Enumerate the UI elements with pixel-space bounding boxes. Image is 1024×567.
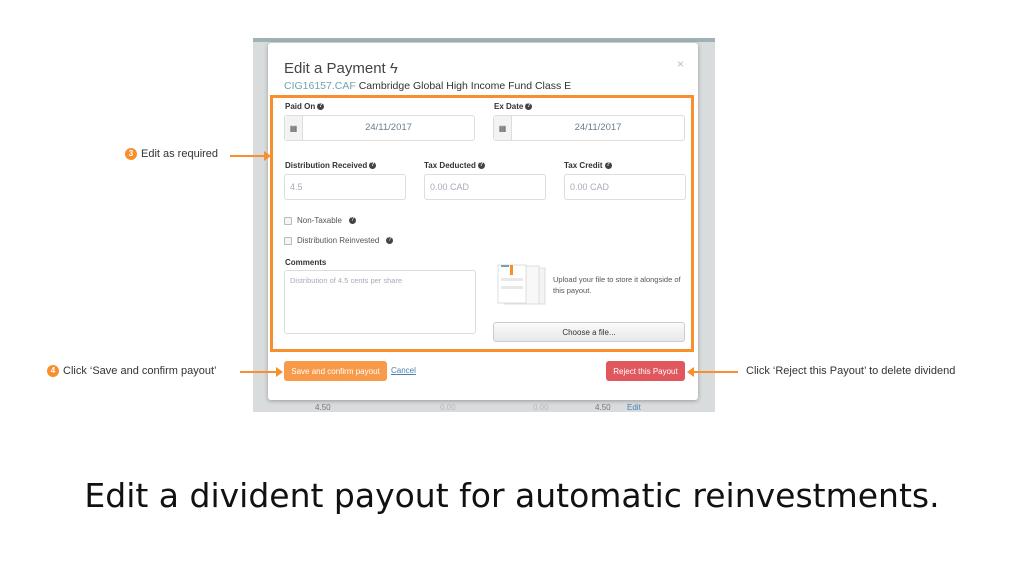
arrow-left-icon [687, 367, 738, 377]
cell: 0.00 [440, 403, 456, 412]
annotation-reject: Click ‘Reject this Payout’ to delete div… [746, 365, 956, 377]
edit-link[interactable]: Edit [627, 403, 641, 412]
cancel-link[interactable]: Cancel [391, 366, 416, 375]
fund-subtitle: CIG16157.CAF Cambridge Global High Incom… [284, 80, 572, 92]
close-icon[interactable]: × [677, 57, 684, 71]
annotation-step-3: 3 Edit as required [125, 148, 218, 160]
annotation-step-4: 4 Click ‘Save and confirm payout’ [47, 365, 216, 377]
fund-code[interactable]: CIG16157.CAF [284, 80, 356, 92]
cell: 0.00 [533, 403, 549, 412]
modal-title: Edit a Payment ϟ [284, 60, 398, 77]
edit-area-highlight [270, 95, 694, 352]
lightning-icon: ϟ [389, 60, 398, 77]
caption: Edit a divident payout for automatic rei… [84, 476, 940, 515]
arrow-right-icon [230, 151, 271, 161]
reject-payout-button[interactable]: Reject this Payout [606, 361, 685, 381]
cell: 4.50 [595, 403, 611, 412]
cell: 4.50 [315, 403, 331, 412]
arrow-right-icon [240, 367, 283, 377]
save-and-confirm-button[interactable]: Save and confirm payout [284, 361, 387, 381]
background-header [253, 38, 715, 42]
